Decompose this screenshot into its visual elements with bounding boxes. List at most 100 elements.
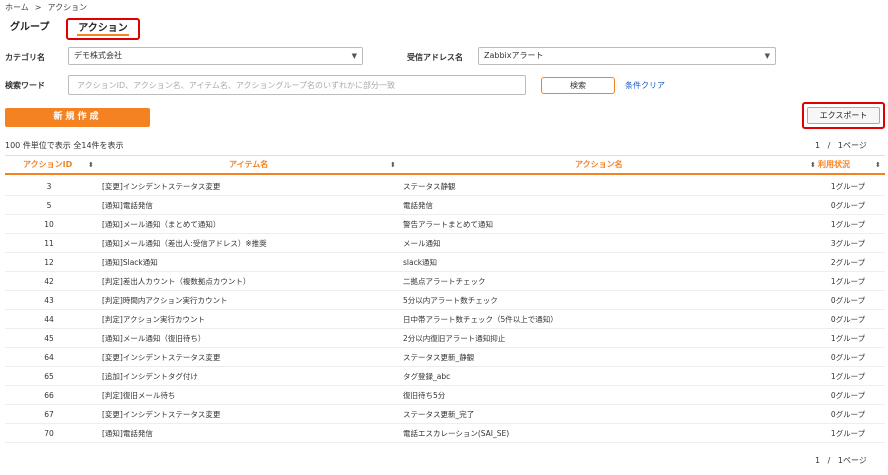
cell-action: ステータス静観 [403,182,456,191]
cell-id: 66 [44,391,54,400]
cell-status: 0グループ [830,201,866,210]
cell-id: 64 [44,353,54,362]
page-separator: / [827,456,831,465]
table-row[interactable]: 66 [判定]復旧メール待ち 復旧待ち5分 0グループ [5,386,885,405]
cell-id: 70 [44,429,54,438]
cell-item: [通知]電話発信 [102,429,153,438]
tab-action[interactable]: アクション [66,18,140,40]
cell-item: [通知]メール通知（復旧待ち） [102,334,206,343]
tab-group[interactable]: グループ [10,18,49,40]
page-current: 1 [815,456,821,465]
keyword-label: 検索ワード [5,81,45,90]
category-select[interactable]: デモ株式会社 ▼ [68,47,363,65]
page-unit: ページ [842,141,867,150]
cell-item: [通知]Slack通知 [102,258,158,267]
cell-item: [変更]インシデントステータス変更 [102,410,221,419]
page-current: 1 [815,141,821,150]
cell-status: 0グループ [830,353,866,362]
sort-icon[interactable]: ⬍ [875,156,881,174]
cell-id: 44 [44,315,54,324]
cell-id: 10 [44,220,54,229]
receive-address-select[interactable]: Zabbixアラート ▼ [478,47,776,65]
table-row[interactable]: 12 [通知]Slack通知 slack通知 2グループ [5,253,885,272]
column-header-id[interactable]: アクションID [23,156,72,174]
cell-id: 43 [44,296,54,305]
table-row[interactable]: 10 [通知]メール通知（まとめて通知） 警告アラートまとめて通知 1グループ [5,215,885,234]
cell-action: ステータス更新_完了 [403,410,475,419]
cell-status: 1グループ [830,372,866,381]
search-button[interactable]: 検索 [541,77,615,94]
category-select-value: デモ株式会社 [74,51,122,60]
cell-item: [変更]インシデントステータス変更 [102,353,221,362]
cell-item: [通知]メール通知（まとめて通知） [102,220,221,229]
cell-status: 1グループ [830,277,866,286]
table-row[interactable]: 11 [通知]メール通知（差出人:受信アドレス）※推奨 メール通知 3グループ [5,234,885,253]
keyword-input[interactable] [68,75,526,95]
receive-address-select-value: Zabbixアラート [484,51,544,60]
cell-item: [追加]インシデントタグ付け [102,372,198,381]
column-header-status[interactable]: 利用状況 [818,156,850,174]
cell-id: 65 [44,372,54,381]
cell-item: [判定]アクション実行カウント [102,315,205,324]
table-row[interactable]: 42 [判定]差出人カウント（複数拠点カウント） 二拠点アラートチェック 1グル… [5,272,885,291]
cell-action: 5分以内アラート数チェック [403,296,498,305]
cell-action: 電話エスカレーション(SAI_SE) [403,429,510,438]
sort-icon[interactable]: ⬍ [88,156,94,174]
cell-action: ステータス更新_静観 [403,353,475,362]
table-row[interactable]: 45 [通知]メール通知（復旧待ち） 2分以内復旧アラート通知抑止 1グループ [5,329,885,348]
clear-conditions-link[interactable]: 条件クリア [625,80,665,91]
cell-id: 11 [44,239,54,248]
cell-action: 復旧待ち5分 [403,391,446,400]
cell-action: slack通知 [403,258,438,267]
table-row[interactable]: 70 [通知]電話発信 電話エスカレーション(SAI_SE) 1グループ [5,424,885,443]
breadcrumb-current: アクション [47,3,88,12]
table-row[interactable]: 65 [追加]インシデントタグ付け タグ登録_abc 1グループ [5,367,885,386]
pagination-bottom: 1 / 1ページ [815,455,867,466]
cell-id: 3 [46,182,52,191]
cell-action: タグ登録_abc [403,372,451,381]
chevron-down-icon: ▼ [351,52,357,60]
cell-action: メール通知 [403,239,441,248]
cell-id: 45 [44,334,54,343]
pagination-top: 1 / 1ページ [815,140,867,151]
breadcrumb-separator: > [34,3,42,12]
page-separator: / [827,141,831,150]
new-create-button[interactable]: 新規作成 [5,108,150,127]
table-row[interactable]: 5 [通知]電話発信 電話発信 0グループ [5,196,885,215]
cell-status: 1グループ [830,220,866,229]
cell-item: [通知]メール通知（差出人:受信アドレス）※推奨 [102,239,267,248]
cell-action: 二拠点アラートチェック [403,277,486,286]
chevron-down-icon: ▼ [764,52,770,60]
table-row[interactable]: 44 [判定]アクション実行カウント 日中帯アラート数チェック（5件以上で通知）… [5,310,885,329]
table-row[interactable]: 3 [変更]インシデントステータス変更 ステータス静観 1グループ [5,177,885,196]
column-header-action[interactable]: アクション名 [575,156,623,174]
cell-id: 42 [44,277,54,286]
table-row[interactable]: 67 [変更]インシデントステータス変更 ステータス更新_完了 0グループ [5,405,885,424]
page-unit: ページ [842,456,867,465]
cell-action: 電話発信 [403,201,433,210]
breadcrumb: ホーム > アクション [5,2,87,14]
cell-status: 1グループ [830,182,866,191]
table-row[interactable]: 64 [変更]インシデントステータス変更 ステータス更新_静観 0グループ [5,348,885,367]
breadcrumb-home[interactable]: ホーム [5,3,29,12]
cell-id: 12 [44,258,54,267]
cell-item: [変更]インシデントステータス変更 [102,182,221,191]
sort-icon[interactable]: ⬍ [390,156,396,174]
tab-action-label: アクション [78,23,128,34]
column-header-item[interactable]: アイテム名 [229,156,268,174]
receive-address-label: 受信アドレス名 [407,53,463,62]
export-button[interactable]: エクスポート [807,107,880,124]
cell-item: [判定]時間内アクション実行カウント [102,296,228,305]
cell-action: 警告アラートまとめて通知 [403,220,493,229]
table-row[interactable]: 43 [判定]時間内アクション実行カウント 5分以内アラート数チェック 0グルー… [5,291,885,310]
cell-status: 0グループ [830,410,866,419]
cell-status: 0グループ [830,391,866,400]
cell-action: 日中帯アラート数チェック（5件以上で通知） [403,315,558,324]
cell-status: 1グループ [830,334,866,343]
sort-icon[interactable]: ⬍ [810,156,816,174]
cell-item: [判定]差出人カウント（複数拠点カウント） [102,277,251,286]
table-header: アクションID ⬍ アイテム名 ⬍ アクション名 ⬍ 利用状況 ⬍ [5,155,885,175]
cell-status: 3グループ [830,239,866,248]
tab-active-indicator [77,34,129,36]
cell-status: 2グループ [830,258,866,267]
